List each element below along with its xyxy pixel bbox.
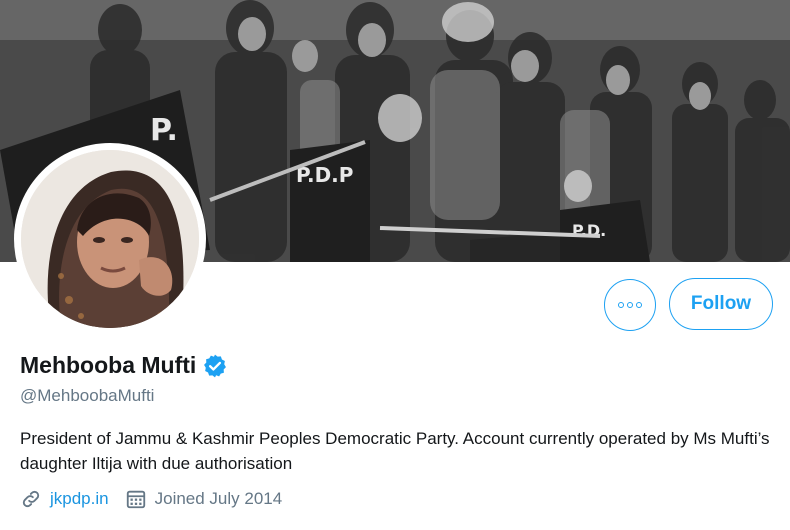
website-item: jkpdp.in	[20, 488, 109, 510]
svg-text:P.: P.	[150, 113, 178, 148]
verified-badge-icon	[202, 353, 228, 379]
profile-bio: President of Jammu & Kashmir Peoples Dem…	[20, 429, 770, 473]
display-name: Mehbooba Mufti	[20, 352, 228, 379]
more-dots-icon	[636, 302, 642, 308]
link-icon	[20, 488, 42, 510]
calendar-icon	[125, 488, 147, 510]
joined-date: Joined July 2014	[154, 489, 283, 508]
joined-item: Joined July 2014	[125, 488, 283, 510]
profile-handle: @MehboobaMufti	[20, 386, 155, 405]
more-options-button[interactable]	[604, 279, 656, 331]
follow-button[interactable]: Follow	[669, 278, 773, 330]
profile-meta: jkpdp.in Joined July 2014	[20, 488, 298, 510]
more-dots-icon	[618, 302, 624, 308]
website-link[interactable]: jkpdp.in	[50, 489, 109, 509]
avatar[interactable]	[21, 150, 199, 328]
avatar-image	[21, 150, 199, 328]
more-dots-icon	[627, 302, 633, 308]
display-name-text: Mehbooba Mufti	[20, 352, 197, 378]
